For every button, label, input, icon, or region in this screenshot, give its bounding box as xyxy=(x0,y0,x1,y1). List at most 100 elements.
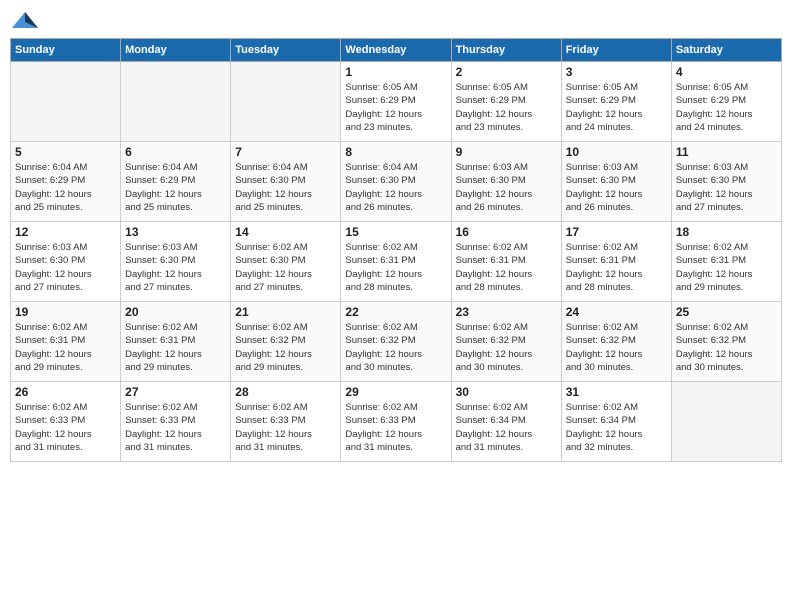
day-number: 27 xyxy=(125,385,226,399)
calendar-cell: 7 Sunrise: 6:04 AMSunset: 6:30 PMDaylight… xyxy=(231,142,341,222)
header xyxy=(10,10,782,30)
day-number: 1 xyxy=(345,65,446,79)
day-info: Sunrise: 6:02 AMSunset: 6:33 PMDaylight:… xyxy=(15,401,116,454)
calendar: SundayMondayTuesdayWednesdayThursdayFrid… xyxy=(10,38,782,462)
day-info: Sunrise: 6:02 AMSunset: 6:32 PMDaylight:… xyxy=(456,321,557,374)
week-row-5: 26 Sunrise: 6:02 AMSunset: 6:33 PMDayligh… xyxy=(11,382,782,462)
day-info: Sunrise: 6:02 AMSunset: 6:33 PMDaylight:… xyxy=(125,401,226,454)
day-number: 18 xyxy=(676,225,777,239)
calendar-cell: 14Sunrise: 6:02 AMSunset: 6:30 PMDayligh… xyxy=(231,222,341,302)
calendar-cell: 24 Sunrise: 6:02 AMSunset: 6:32 PMDayligh… xyxy=(561,302,671,382)
calendar-cell: 15 Sunrise: 6:02 AMSunset: 6:31 PMDayligh… xyxy=(341,222,451,302)
week-row-4: 19Sunrise: 6:02 AMSunset: 6:31 PMDayligh… xyxy=(11,302,782,382)
day-info: Sunrise: 6:03 AMSunset: 6:30 PMDaylight:… xyxy=(566,161,667,214)
calendar-cell: 28 Sunrise: 6:02 AMSunset: 6:33 PMDayligh… xyxy=(231,382,341,462)
calendar-cell: 23 Sunrise: 6:02 AMSunset: 6:32 PMDayligh… xyxy=(451,302,561,382)
day-info: Sunrise: 6:02 AMSunset: 6:34 PMDaylight:… xyxy=(566,401,667,454)
day-number: 13 xyxy=(125,225,226,239)
day-info: Sunrise: 6:02 AMSunset: 6:32 PMDaylight:… xyxy=(566,321,667,374)
day-number: 3 xyxy=(566,65,667,79)
day-info: Sunrise: 6:02 AMSunset: 6:31 PMDaylight:… xyxy=(566,241,667,294)
day-number: 6 xyxy=(125,145,226,159)
week-row-1: 1 Sunrise: 6:05 AMSunset: 6:29 PMDaylight… xyxy=(11,62,782,142)
calendar-cell: 26 Sunrise: 6:02 AMSunset: 6:33 PMDayligh… xyxy=(11,382,121,462)
calendar-cell: 6 Sunrise: 6:04 AMSunset: 6:29 PMDaylight… xyxy=(121,142,231,222)
day-info: Sunrise: 6:03 AMSunset: 6:30 PMDaylight:… xyxy=(125,241,226,294)
day-info: Sunrise: 6:02 AMSunset: 6:33 PMDaylight:… xyxy=(235,401,336,454)
logo-icon xyxy=(10,10,40,30)
day-info: Sunrise: 6:04 AMSunset: 6:29 PMDaylight:… xyxy=(15,161,116,214)
calendar-cell: 13 Sunrise: 6:03 AMSunset: 6:30 PMDayligh… xyxy=(121,222,231,302)
weekday-header-row: SundayMondayTuesdayWednesdayThursdayFrid… xyxy=(11,39,782,62)
day-number: 29 xyxy=(345,385,446,399)
calendar-cell: 2 Sunrise: 6:05 AMSunset: 6:29 PMDaylight… xyxy=(451,62,561,142)
calendar-cell xyxy=(11,62,121,142)
day-number: 30 xyxy=(456,385,557,399)
day-info: Sunrise: 6:02 AMSunset: 6:34 PMDaylight:… xyxy=(456,401,557,454)
weekday-header-wednesday: Wednesday xyxy=(341,39,451,62)
calendar-cell: 29 Sunrise: 6:02 AMSunset: 6:33 PMDayligh… xyxy=(341,382,451,462)
calendar-cell: 5 Sunrise: 6:04 AMSunset: 6:29 PMDaylight… xyxy=(11,142,121,222)
calendar-cell: 12 Sunrise: 6:03 AMSunset: 6:30 PMDayligh… xyxy=(11,222,121,302)
day-info: Sunrise: 6:03 AMSunset: 6:30 PMDaylight:… xyxy=(15,241,116,294)
week-row-2: 5 Sunrise: 6:04 AMSunset: 6:29 PMDaylight… xyxy=(11,142,782,222)
calendar-cell: 16Sunrise: 6:02 AMSunset: 6:31 PMDayligh… xyxy=(451,222,561,302)
day-number: 28 xyxy=(235,385,336,399)
day-number: 31 xyxy=(566,385,667,399)
weekday-header-saturday: Saturday xyxy=(671,39,781,62)
day-number: 17 xyxy=(566,225,667,239)
calendar-cell xyxy=(231,62,341,142)
calendar-cell xyxy=(671,382,781,462)
calendar-cell: 20 Sunrise: 6:02 AMSunset: 6:31 PMDayligh… xyxy=(121,302,231,382)
calendar-cell: 19Sunrise: 6:02 AMSunset: 6:31 PMDayligh… xyxy=(11,302,121,382)
day-info: Sunrise: 6:04 AMSunset: 6:30 PMDaylight:… xyxy=(345,161,446,214)
calendar-cell xyxy=(121,62,231,142)
day-info: Sunrise: 6:05 AMSunset: 6:29 PMDaylight:… xyxy=(345,81,446,134)
day-info: Sunrise: 6:05 AMSunset: 6:29 PMDaylight:… xyxy=(566,81,667,134)
day-number: 4 xyxy=(676,65,777,79)
day-number: 12 xyxy=(15,225,116,239)
day-number: 24 xyxy=(566,305,667,319)
day-info: Sunrise: 6:04 AMSunset: 6:30 PMDaylight:… xyxy=(235,161,336,214)
weekday-header-sunday: Sunday xyxy=(11,39,121,62)
calendar-cell: 27 Sunrise: 6:02 AMSunset: 6:33 PMDayligh… xyxy=(121,382,231,462)
week-row-3: 12 Sunrise: 6:03 AMSunset: 6:30 PMDayligh… xyxy=(11,222,782,302)
weekday-header-friday: Friday xyxy=(561,39,671,62)
day-number: 9 xyxy=(456,145,557,159)
day-info: Sunrise: 6:05 AMSunset: 6:29 PMDaylight:… xyxy=(676,81,777,134)
day-info: Sunrise: 6:02 AMSunset: 6:32 PMDaylight:… xyxy=(345,321,446,374)
day-number: 26 xyxy=(15,385,116,399)
day-info: Sunrise: 6:04 AMSunset: 6:29 PMDaylight:… xyxy=(125,161,226,214)
day-number: 7 xyxy=(235,145,336,159)
calendar-cell: 1 Sunrise: 6:05 AMSunset: 6:29 PMDaylight… xyxy=(341,62,451,142)
day-number: 15 xyxy=(345,225,446,239)
day-number: 5 xyxy=(15,145,116,159)
weekday-header-tuesday: Tuesday xyxy=(231,39,341,62)
day-number: 8 xyxy=(345,145,446,159)
day-number: 25 xyxy=(676,305,777,319)
day-info: Sunrise: 6:03 AMSunset: 6:30 PMDaylight:… xyxy=(676,161,777,214)
day-info: Sunrise: 6:02 AMSunset: 6:31 PMDaylight:… xyxy=(15,321,116,374)
day-info: Sunrise: 6:02 AMSunset: 6:32 PMDaylight:… xyxy=(676,321,777,374)
logo xyxy=(10,10,42,30)
calendar-cell: 4 Sunrise: 6:05 AMSunset: 6:29 PMDaylight… xyxy=(671,62,781,142)
calendar-cell: 21Sunrise: 6:02 AMSunset: 6:32 PMDayligh… xyxy=(231,302,341,382)
day-info: Sunrise: 6:02 AMSunset: 6:33 PMDaylight:… xyxy=(345,401,446,454)
day-info: Sunrise: 6:03 AMSunset: 6:30 PMDaylight:… xyxy=(456,161,557,214)
calendar-cell: 17 Sunrise: 6:02 AMSunset: 6:31 PMDayligh… xyxy=(561,222,671,302)
day-info: Sunrise: 6:02 AMSunset: 6:31 PMDaylight:… xyxy=(345,241,446,294)
calendar-cell: 9 Sunrise: 6:03 AMSunset: 6:30 PMDaylight… xyxy=(451,142,561,222)
day-number: 21 xyxy=(235,305,336,319)
day-info: Sunrise: 6:02 AMSunset: 6:31 PMDaylight:… xyxy=(125,321,226,374)
day-number: 23 xyxy=(456,305,557,319)
day-info: Sunrise: 6:05 AMSunset: 6:29 PMDaylight:… xyxy=(456,81,557,134)
day-info: Sunrise: 6:02 AMSunset: 6:31 PMDaylight:… xyxy=(676,241,777,294)
day-number: 20 xyxy=(125,305,226,319)
calendar-cell: 3 Sunrise: 6:05 AMSunset: 6:29 PMDaylight… xyxy=(561,62,671,142)
weekday-header-monday: Monday xyxy=(121,39,231,62)
calendar-cell: 11Sunrise: 6:03 AMSunset: 6:30 PMDayligh… xyxy=(671,142,781,222)
calendar-cell: 18 Sunrise: 6:02 AMSunset: 6:31 PMDayligh… xyxy=(671,222,781,302)
calendar-cell: 22Sunrise: 6:02 AMSunset: 6:32 PMDayligh… xyxy=(341,302,451,382)
day-number: 2 xyxy=(456,65,557,79)
day-info: Sunrise: 6:02 AMSunset: 6:31 PMDaylight:… xyxy=(456,241,557,294)
